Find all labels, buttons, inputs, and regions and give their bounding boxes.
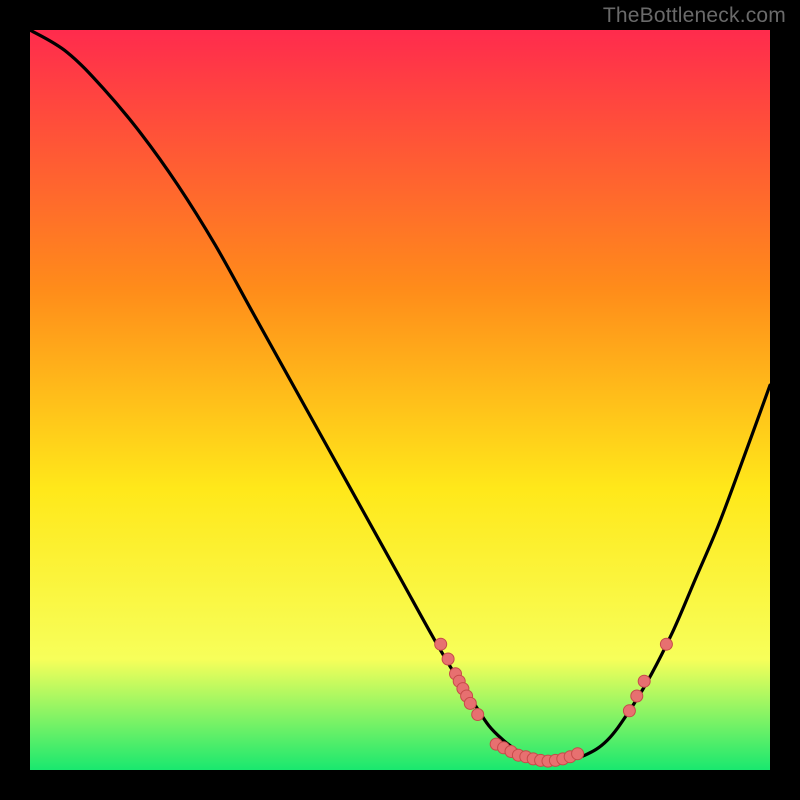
data-point (472, 709, 484, 721)
data-point (572, 748, 584, 760)
data-point (623, 705, 635, 717)
chart-frame: TheBottleneck.com (0, 0, 800, 800)
bottleneck-chart (30, 30, 770, 770)
data-point (464, 697, 476, 709)
watermark-label: TheBottleneck.com (603, 4, 786, 28)
data-point (660, 638, 672, 650)
data-point (442, 653, 454, 665)
data-point (638, 675, 650, 687)
data-point (631, 690, 643, 702)
data-point (435, 638, 447, 650)
